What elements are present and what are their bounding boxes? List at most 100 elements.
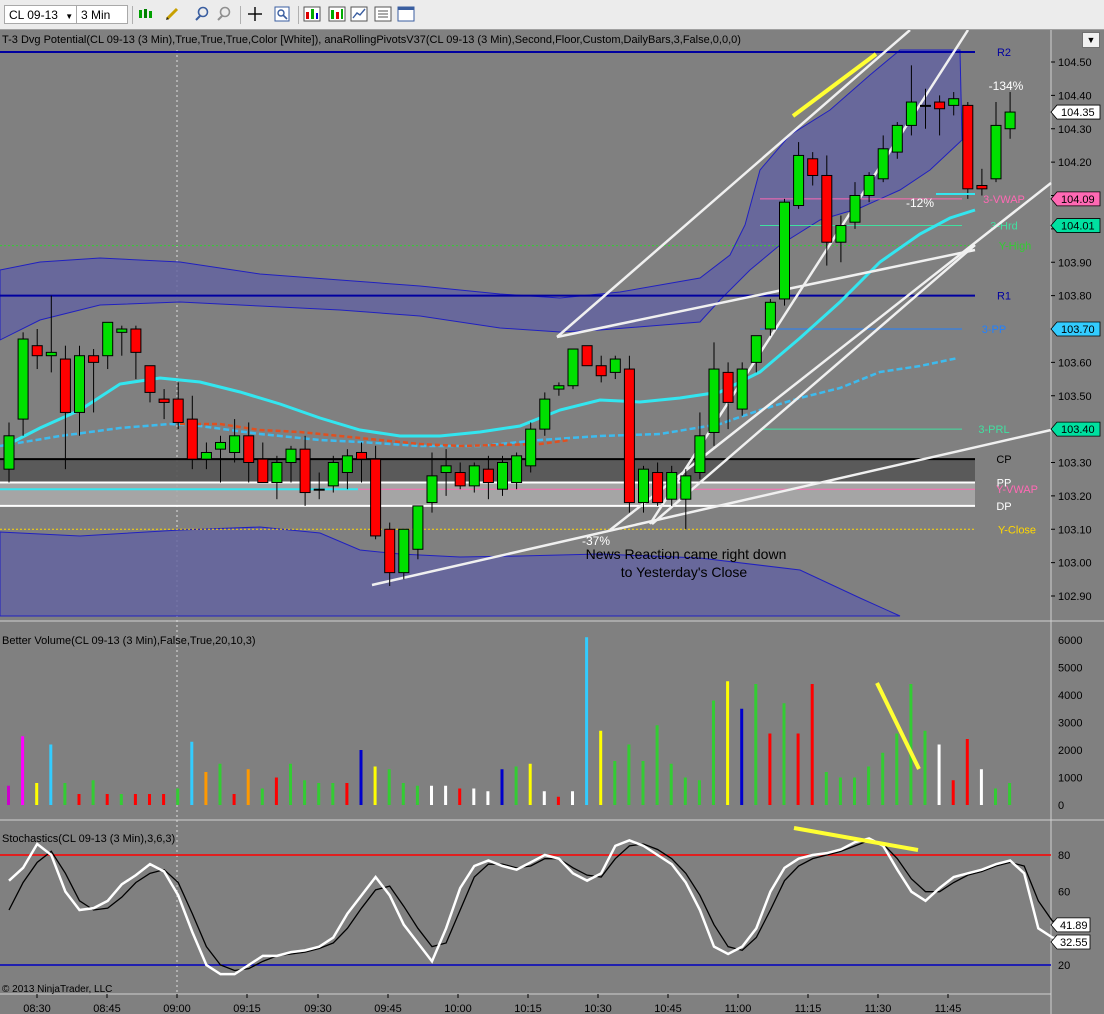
candle-body bbox=[525, 428, 537, 467]
candle-body bbox=[722, 371, 734, 403]
drawing-tool-button[interactable] bbox=[163, 4, 183, 24]
chart-canvas[interactable]: R23-VWAP3-HrdY-HighR13-PP3-PRLCPPPY-VWAP… bbox=[0, 30, 1104, 1014]
volume-bar bbox=[881, 752, 885, 805]
time-axis-label: 10:30 bbox=[584, 1003, 612, 1014]
candle-body bbox=[130, 328, 142, 353]
volume-bar bbox=[514, 766, 518, 805]
level-label-cp: CP bbox=[996, 454, 1011, 466]
stochastics-axis-label: 60 bbox=[1058, 887, 1070, 899]
level-label-y-close: Y-Close bbox=[998, 524, 1036, 536]
candle-body bbox=[595, 365, 607, 377]
candle-body bbox=[243, 435, 255, 463]
window-button[interactable] bbox=[396, 4, 416, 24]
candle-body bbox=[750, 335, 762, 363]
price-tag-label: 103.40 bbox=[1061, 424, 1095, 436]
candle-body bbox=[708, 368, 720, 433]
volume-bar bbox=[669, 763, 673, 805]
crosshair-icon bbox=[248, 7, 262, 21]
candle-body bbox=[609, 358, 621, 373]
candle-body bbox=[440, 465, 452, 474]
chart-background bbox=[0, 30, 1104, 1014]
candle-body bbox=[45, 351, 57, 357]
volume-bar bbox=[585, 637, 589, 805]
volume-bar bbox=[232, 794, 236, 805]
time-axis-label: 09:00 bbox=[163, 1003, 191, 1014]
candle bbox=[623, 355, 635, 513]
panel-scroll-button[interactable]: ▼ bbox=[1082, 32, 1100, 48]
crosshair-button[interactable] bbox=[245, 4, 265, 24]
volume-bar bbox=[119, 794, 123, 805]
candle-body bbox=[370, 458, 382, 537]
bar-type-button[interactable] bbox=[136, 4, 156, 24]
time-axis-label: 09:30 bbox=[304, 1003, 332, 1014]
volume-bar bbox=[190, 741, 194, 805]
volume-bar bbox=[260, 788, 264, 805]
candle-body bbox=[412, 505, 424, 550]
candle-body bbox=[962, 104, 974, 190]
volume-bar bbox=[542, 791, 546, 805]
candle-body bbox=[257, 458, 269, 484]
time-axis-label: 11:15 bbox=[795, 1003, 822, 1014]
candle-body bbox=[299, 448, 311, 494]
data-box-button[interactable] bbox=[272, 4, 292, 24]
candle-body bbox=[666, 472, 678, 500]
chevron-down-icon: ▼ bbox=[1086, 35, 1096, 45]
candle-body bbox=[31, 345, 43, 357]
candle-body bbox=[920, 104, 931, 107]
candle-body bbox=[158, 398, 170, 403]
properties-icon bbox=[374, 6, 392, 22]
candle-body bbox=[398, 528, 410, 574]
volume-axis-label: 1000 bbox=[1058, 773, 1082, 785]
price-axis-label: 103.50 bbox=[1058, 391, 1092, 403]
candle-body bbox=[877, 148, 889, 180]
divergence-percent-low: -37% bbox=[582, 534, 610, 548]
candle-body bbox=[905, 101, 917, 126]
volume-bar bbox=[133, 794, 137, 805]
candle-body bbox=[384, 528, 396, 574]
candle-body bbox=[3, 435, 15, 470]
volume-bar bbox=[979, 769, 983, 805]
zoom-out-button[interactable] bbox=[214, 4, 234, 24]
instrument-selector[interactable]: CL 09-13 ▼ bbox=[4, 5, 80, 24]
volume-axis-label: 5000 bbox=[1058, 663, 1082, 675]
volume-bar bbox=[77, 794, 81, 805]
price-axis-label: 102.90 bbox=[1058, 591, 1092, 603]
volume-bar bbox=[937, 744, 941, 805]
candle-body bbox=[497, 462, 508, 490]
properties-button[interactable] bbox=[373, 4, 393, 24]
volume-bar bbox=[528, 763, 532, 805]
volume-bar bbox=[7, 785, 10, 805]
volume-bar bbox=[204, 772, 208, 805]
volume-bar bbox=[415, 785, 419, 805]
candle-body bbox=[652, 472, 664, 504]
strategies-button[interactable] bbox=[327, 4, 347, 24]
zoom-in-button[interactable] bbox=[192, 4, 212, 24]
level-label-y-high: Y-High bbox=[999, 241, 1032, 253]
candle-body bbox=[567, 348, 579, 387]
candle-body bbox=[849, 195, 861, 223]
candle-body bbox=[271, 462, 283, 484]
volume-bar bbox=[345, 783, 349, 805]
volume-bar bbox=[176, 788, 180, 805]
timeframe-selector[interactable]: 3 Min ▼ bbox=[76, 5, 128, 40]
candle-body bbox=[976, 184, 988, 190]
volume-indicator-label: Better Volume(CL 09-13 (3 Min),False,Tru… bbox=[2, 635, 256, 647]
candle bbox=[398, 528, 410, 580]
candle-body bbox=[793, 154, 805, 207]
chart-style-button[interactable] bbox=[349, 4, 369, 24]
volume-bar bbox=[63, 783, 67, 805]
candle bbox=[962, 102, 974, 199]
price-axis-label: 104.30 bbox=[1058, 124, 1092, 136]
volume-bar bbox=[796, 733, 800, 805]
candle-body bbox=[215, 441, 226, 450]
chevron-down-icon: ▼ bbox=[65, 12, 74, 21]
volume-bar bbox=[317, 783, 321, 805]
candle-body bbox=[172, 398, 184, 423]
volume-bar bbox=[500, 769, 504, 805]
indicators-button[interactable] bbox=[302, 4, 322, 24]
volume-bar bbox=[303, 780, 307, 805]
candle-body bbox=[116, 328, 128, 333]
candle-body bbox=[934, 101, 946, 110]
price-axis-label: 104.40 bbox=[1058, 90, 1092, 102]
divergence-percent-mid: -12% bbox=[906, 196, 934, 210]
